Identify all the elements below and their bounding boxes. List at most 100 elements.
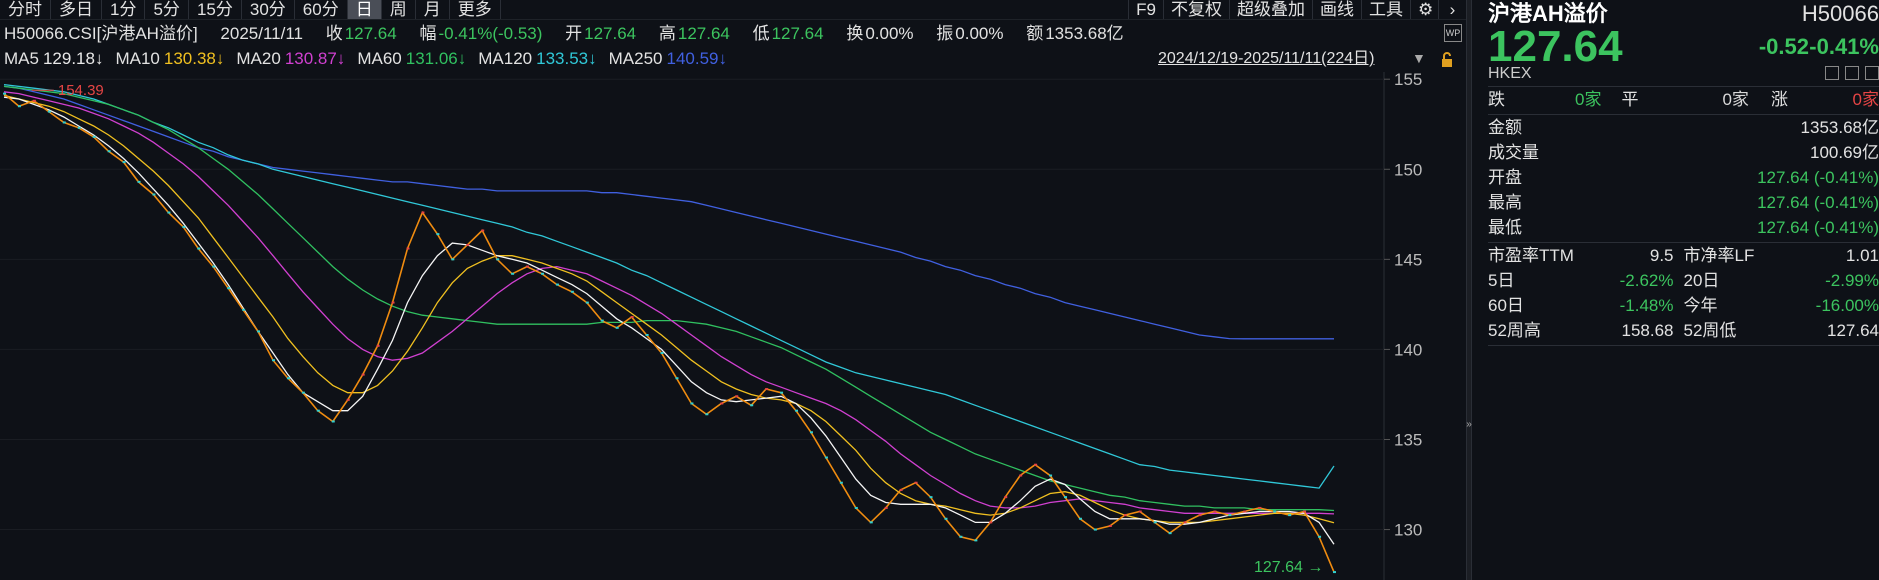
tab-period-1min[interactable]: 1分 (102, 0, 146, 19)
close-label: 收 (325, 24, 343, 43)
kline-mark (765, 388, 769, 391)
kline-mark (1273, 510, 1277, 513)
turnover-value: 0.00% (865, 24, 914, 43)
flat-label: 平 (1621, 90, 1639, 109)
kline-mark (675, 377, 679, 380)
kline-mark (989, 521, 993, 524)
kline-mark (62, 121, 66, 124)
amp-label: 幅 (419, 24, 437, 43)
stat-label: 最低 (1488, 218, 1522, 237)
stats-row: 最高 127.64 (-0.41%) (1488, 190, 1879, 215)
kline-mark (301, 391, 305, 394)
chevron-right-icon[interactable]: › (1438, 0, 1466, 19)
toolbar-right: F9 不复权 超级叠加 画线 工具 ⚙ › (1128, 0, 1466, 19)
panel-icons (1825, 66, 1879, 80)
kline-mark (1183, 521, 1187, 524)
tab-period-5min[interactable]: 5分 (145, 0, 189, 19)
kline-mark (92, 135, 96, 138)
low-label: 低 (752, 24, 770, 43)
stat-cell: 市盈率TTM 9.5 (1488, 243, 1684, 268)
kline-mark (152, 193, 156, 196)
kline-mark (645, 334, 649, 337)
kline-mark (735, 395, 739, 398)
wp-icon[interactable]: WP (1444, 24, 1462, 42)
edit-icon[interactable] (1825, 66, 1839, 80)
kline-mark (1123, 514, 1127, 517)
kline-mark (17, 105, 21, 108)
kline-chart[interactable]: 155 150 145 140 135 130 154.39 127.64 → (0, 72, 1466, 580)
draw-button[interactable]: 画线 (1312, 0, 1361, 19)
stats-pairs: 市盈率TTM 9.5 市净率LF 1.01 5日 -2.62% 20日 -2.99% 60日 -1… (1488, 243, 1879, 343)
date-range-selector[interactable]: 2024/12/19-2025/11/11(224日) (1158, 48, 1374, 70)
down-count: 0家 (1575, 90, 1602, 109)
open-value: 127.64 (584, 24, 637, 43)
stats-row: 成交量 100.69亿 (1488, 140, 1879, 165)
kline-mark (77, 126, 81, 129)
kline-mark (271, 359, 275, 362)
tab-period-day[interactable]: 日 (347, 0, 382, 19)
stat-label: 52周高 (1488, 321, 1541, 340)
tab-period-fenshi[interactable]: 分时 (0, 0, 51, 19)
y-tick-label: 130 (1394, 521, 1422, 540)
tab-period-week[interactable]: 周 (382, 0, 416, 19)
window-icon[interactable] (1845, 66, 1859, 80)
stat-cell: 今年 -16.00% (1684, 293, 1879, 318)
stat-label: 20日 (1683, 271, 1720, 290)
stats-row: 金额 1353.68亿 (1488, 115, 1879, 140)
exchange-label: HKEX (1488, 65, 1532, 82)
stats-table: 跌 0家 平 0家 涨 0家 金额 1353.68亿 成交量 100.69亿 开盘 127… (1488, 86, 1879, 346)
low-value: 127.64 (771, 24, 824, 43)
gear-icon[interactable]: ⚙ (1410, 0, 1438, 19)
stat-value: 9.5 (1649, 246, 1674, 265)
stat-cell: 5日 -2.62% (1488, 268, 1684, 293)
stat-value: 127.64 (1827, 321, 1879, 340)
tab-period-more[interactable]: 更多 (450, 0, 501, 19)
kline-mark (1228, 514, 1232, 517)
breadth-row: 跌 0家 平 0家 涨 0家 (1488, 87, 1879, 112)
y-tick-label: 140 (1394, 340, 1422, 359)
kline-mark (795, 409, 799, 412)
kline-mark (690, 402, 694, 405)
tools-button[interactable]: 工具 (1361, 0, 1410, 19)
kline-mark (212, 265, 216, 268)
tab-period-15min[interactable]: 15分 (189, 0, 242, 19)
kline-mark (585, 301, 589, 304)
tab-period-30min[interactable]: 30分 (242, 0, 295, 19)
stats-row: 开盘 127.64 (-0.41%) (1488, 165, 1879, 190)
stats-rows: 金额 1353.68亿 成交量 100.69亿 开盘 127.64 (-0.41%) 最高 1… (1488, 115, 1879, 240)
stat-label: 52周低 (1683, 321, 1737, 340)
ma-label-ma20: MA20 (236, 49, 281, 68)
kline-mark (1168, 532, 1172, 535)
overlay-button[interactable]: 超级叠加 (1229, 0, 1312, 19)
stat-label: 最高 (1488, 193, 1522, 212)
y-tick-label: 155 (1394, 72, 1422, 89)
kline-mark (122, 161, 126, 164)
stat-value: -1.48% (1619, 296, 1674, 315)
kline-mark (167, 211, 171, 214)
turnover-label: 换 (846, 24, 864, 43)
kline-mark (286, 377, 290, 380)
f9-button[interactable]: F9 (1128, 0, 1163, 19)
kline-mark (1034, 463, 1038, 466)
series-line-ma10 (3, 94, 1335, 524)
kline-mark (615, 326, 619, 329)
series-line-ma120 (3, 83, 1335, 489)
kline-mark (705, 413, 709, 416)
flat-count: 0家 (1722, 90, 1749, 109)
adjust-button[interactable]: 不复权 (1163, 0, 1229, 19)
tab-period-month[interactable]: 月 (416, 0, 450, 19)
panel-change-pct: -0.41% (1809, 34, 1879, 59)
tab-period-multiday[interactable]: 多日 (51, 0, 102, 19)
ma-value-ma250: 140.59↓ (666, 49, 727, 68)
kline-mark (1138, 510, 1142, 513)
expand-icon[interactable] (1865, 66, 1879, 80)
stat-label: 市净率LF (1683, 246, 1755, 265)
stats-pair-row: 5日 -2.62% 20日 -2.99% (1488, 268, 1879, 293)
kline-mark (630, 315, 634, 318)
kline-mark (391, 301, 395, 304)
kline-mark (1093, 528, 1097, 531)
tab-period-60min[interactable]: 60分 (295, 0, 348, 19)
lock-icon[interactable] (1440, 52, 1454, 68)
kline-mark (406, 247, 410, 250)
dropdown-arrow-icon[interactable]: ▼ (1412, 50, 1426, 66)
